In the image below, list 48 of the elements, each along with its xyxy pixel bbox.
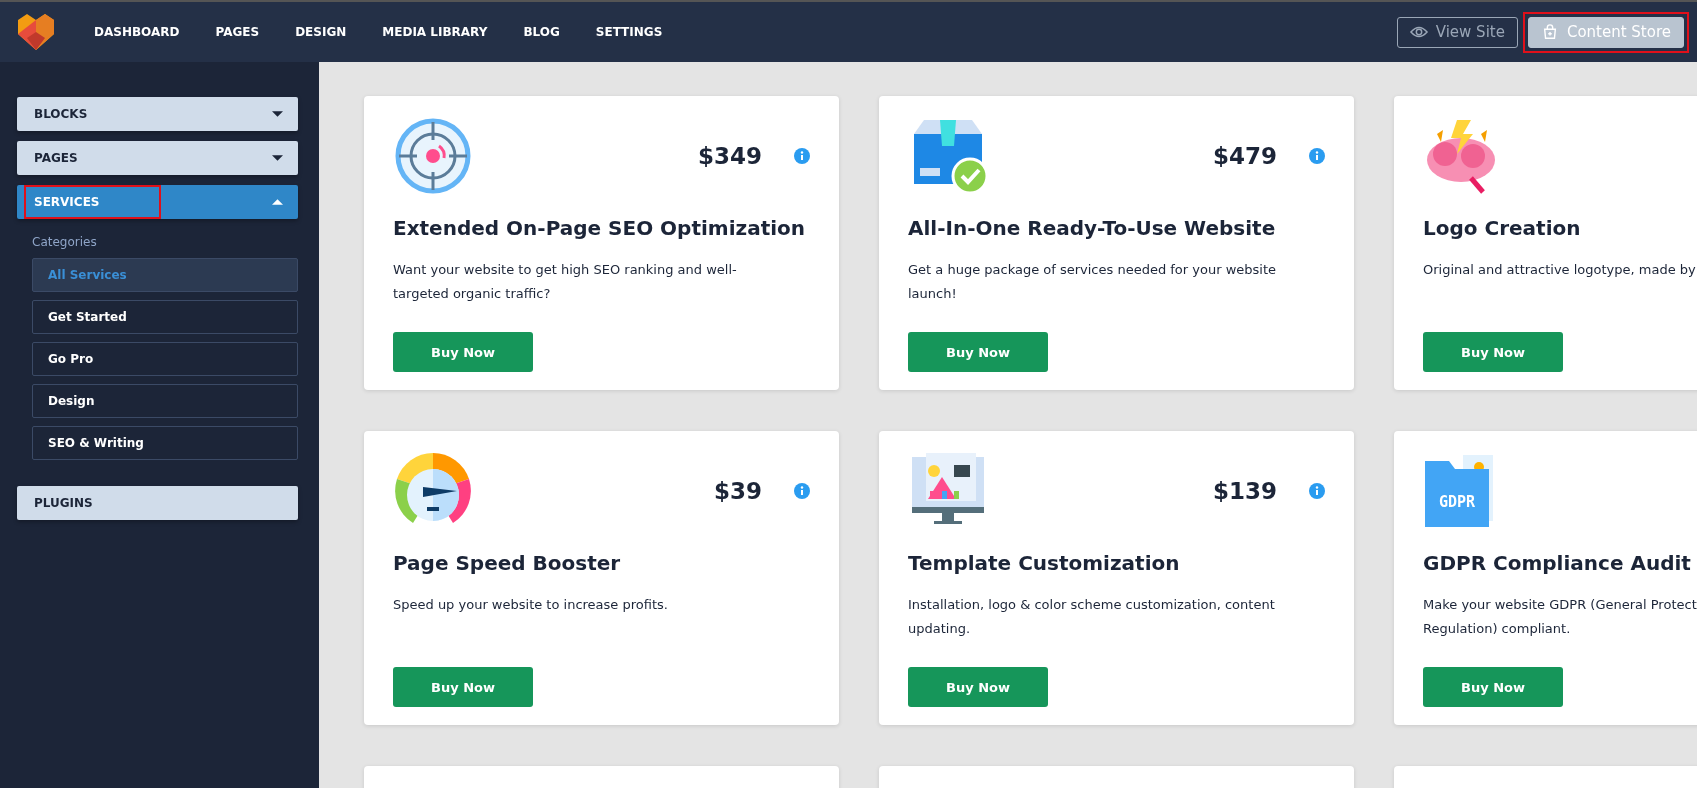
sidebar-section-button[interactable]: PLUGINS (17, 486, 298, 520)
service-title: Extended On-Page SEO Optimization (393, 216, 807, 240)
buy-now-button[interactable]: Buy Now (908, 332, 1048, 372)
service-description: Make your website GDPR (General Protect Regulation) compliant. (1423, 596, 1697, 638)
service-description: Installation, logo & color scheme customization, content updating. (908, 596, 1276, 638)
nav-link[interactable]: DASHBOARD (94, 25, 180, 39)
categories-label: Categories (32, 235, 98, 249)
view-site-button[interactable]: View Site (1396, 16, 1518, 48)
nav-link[interactable]: MEDIA LIBRARY (382, 25, 488, 39)
service-description: Speed up your website to increase profits. (393, 596, 669, 614)
sidebar-section-button[interactable]: BLOCKS (17, 97, 298, 131)
logo-icon[interactable] (16, 12, 56, 52)
category-item[interactable]: Go Pro (32, 342, 298, 376)
buy-now-button[interactable]: Buy Now (393, 667, 533, 707)
info-icon[interactable] (794, 148, 810, 164)
service-title: Logo Creation (1423, 216, 1582, 240)
service-title: Template Customization (908, 551, 1181, 575)
nav-link[interactable]: BLOG (523, 25, 560, 39)
nav-link[interactable]: DESIGN (295, 25, 347, 39)
eye-icon (1409, 24, 1428, 40)
price: $479 (1213, 143, 1277, 169)
buy-now-button[interactable]: Buy Now (1423, 332, 1563, 372)
category-item[interactable]: Design (32, 384, 298, 418)
nav-link[interactable]: PAGES (215, 25, 260, 39)
price: $139 (1213, 478, 1277, 504)
category-item[interactable]: Get Started (32, 300, 298, 334)
sidebar-section-button[interactable]: PAGES (17, 141, 298, 175)
price: $349 (698, 143, 762, 169)
buy-now-button[interactable]: Buy Now (393, 332, 533, 372)
price: $39 (714, 478, 762, 504)
service-description: Want your website to get high SEO ranking and well- targeted organic traffic? (393, 261, 738, 303)
nav-link[interactable]: SETTINGS (595, 25, 663, 39)
service-title: GDPR Compliance Audit (1423, 551, 1692, 575)
service-title: All-In-One Ready-To-Use Website (908, 216, 1277, 240)
info-icon[interactable] (1309, 483, 1325, 499)
service-description: Original and attractive logotype, made by (1423, 261, 1697, 279)
service-title: Page Speed Booster (393, 551, 622, 575)
caret-icon (272, 199, 283, 205)
service-description: Get a huge package of services needed for your website launch! (908, 261, 1277, 303)
caret-icon (272, 111, 283, 117)
buy-now-button[interactable]: Buy Now (908, 667, 1048, 707)
caret-icon (272, 155, 283, 161)
buy-now-button[interactable]: Buy Now (1423, 667, 1563, 707)
category-item[interactable]: SEO & Writing (32, 426, 298, 460)
target-icon (393, 116, 473, 196)
info-icon[interactable] (794, 483, 810, 499)
info-icon[interactable] (1309, 148, 1325, 164)
sidebar-section-button[interactable]: SERVICES (17, 185, 298, 219)
